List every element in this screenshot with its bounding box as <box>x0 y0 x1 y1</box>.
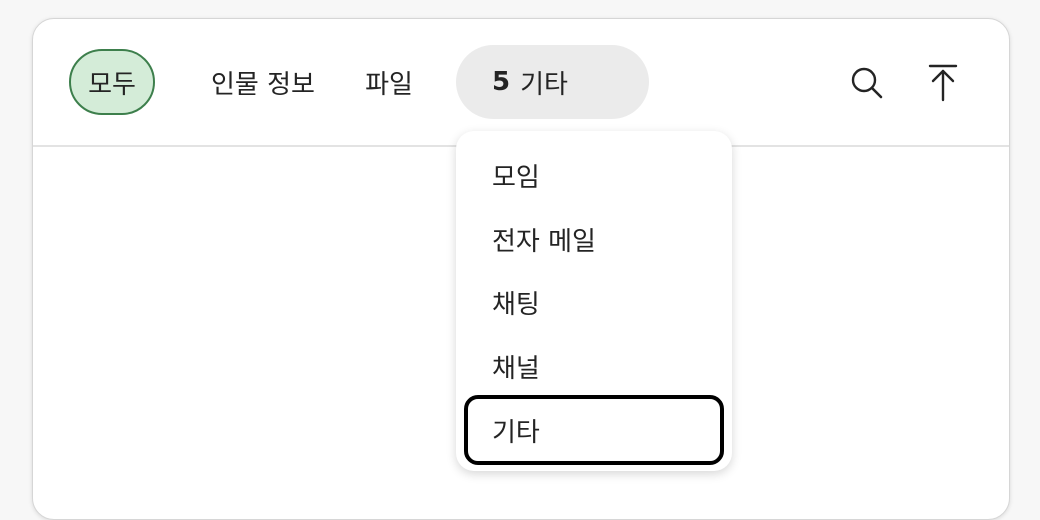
arrow-up-to-top-icon <box>928 64 958 102</box>
tab-people-label: 인물 정보 <box>211 69 315 100</box>
tab-all[interactable]: 모두 <box>69 49 155 115</box>
tab-all-label: 모두 <box>88 69 136 100</box>
menu-item-chat[interactable]: 채팅 <box>464 270 724 334</box>
filter-tab-bar: 모두 인물 정보 파일 5 기타 <box>33 19 1009 147</box>
tab-more-dropdown[interactable]: 5 기타 <box>456 45 649 119</box>
tab-people[interactable]: 인물 정보 <box>203 49 323 115</box>
tab-files-label: 파일 <box>365 69 413 100</box>
menu-item-label: 채팅 <box>492 289 540 320</box>
tab-more-label: 기타 <box>520 69 568 100</box>
scroll-to-top-button[interactable] <box>919 59 967 107</box>
menu-item-label: 모임 <box>492 162 540 193</box>
menu-item-email[interactable]: 전자 메일 <box>464 207 724 271</box>
more-count-badge: 5 <box>492 67 511 97</box>
menu-item-label: 채널 <box>492 353 540 384</box>
more-dropdown-menu: 모임 전자 메일 채팅 채널 기타 <box>456 131 732 471</box>
menu-item-channels[interactable]: 채널 <box>464 334 724 398</box>
menu-item-label: 기타 <box>492 417 540 448</box>
tab-files[interactable]: 파일 <box>359 49 419 115</box>
search-icon <box>851 67 883 99</box>
search-button[interactable] <box>843 59 891 107</box>
menu-item-meetings[interactable]: 모임 <box>464 143 724 207</box>
menu-item-other[interactable]: 기타 <box>464 395 724 465</box>
menu-item-label: 전자 메일 <box>492 226 596 257</box>
